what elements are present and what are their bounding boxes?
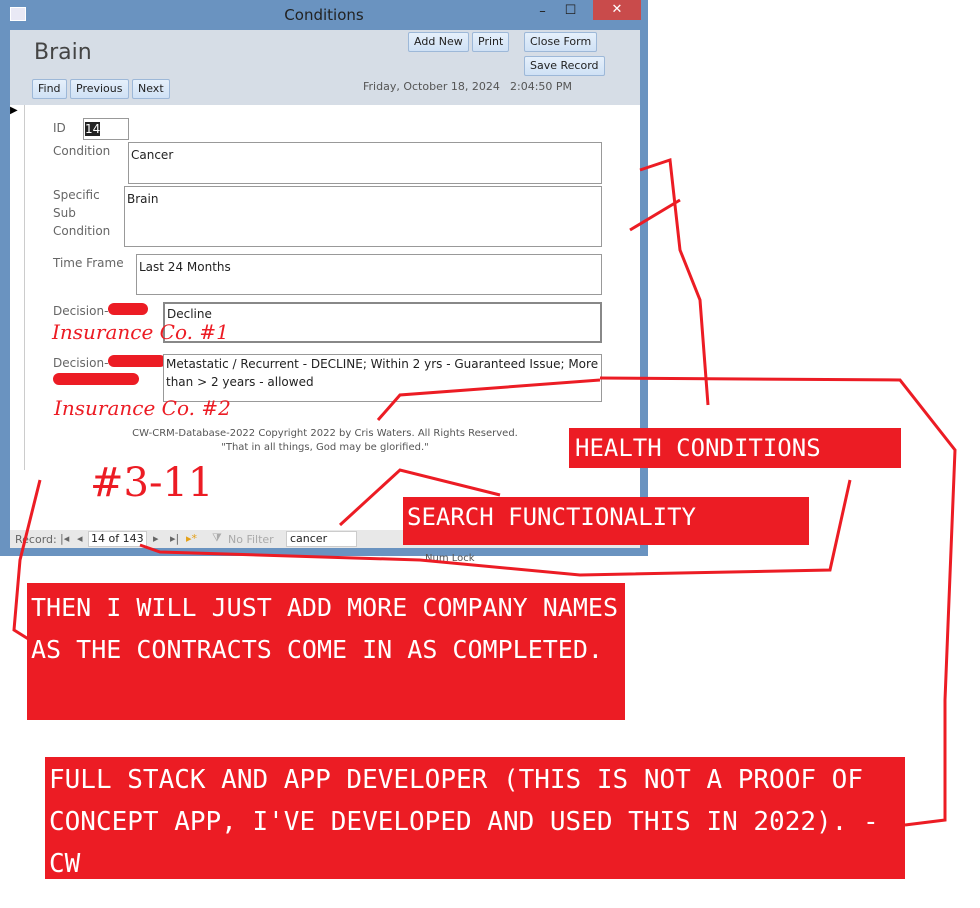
annotation-insurance-1: Insurance Co. #1 [52, 320, 229, 344]
annotation-search: SEARCH FUNCTIONALITY [403, 497, 809, 545]
annotation-more-companies: THEN I WILL JUST ADD MORE COMPANY NAMES … [27, 583, 625, 720]
arrow-line [629, 157, 710, 406]
annotation-developer: FULL STACK AND APP DEVELOPER (THIS IS NO… [45, 757, 905, 879]
annotation-insurance-2: Insurance Co. #2 [54, 396, 231, 420]
annotation-number: #3-11 [90, 460, 214, 506]
annotation-health-conditions: HEALTH CONDITIONS [569, 428, 901, 468]
